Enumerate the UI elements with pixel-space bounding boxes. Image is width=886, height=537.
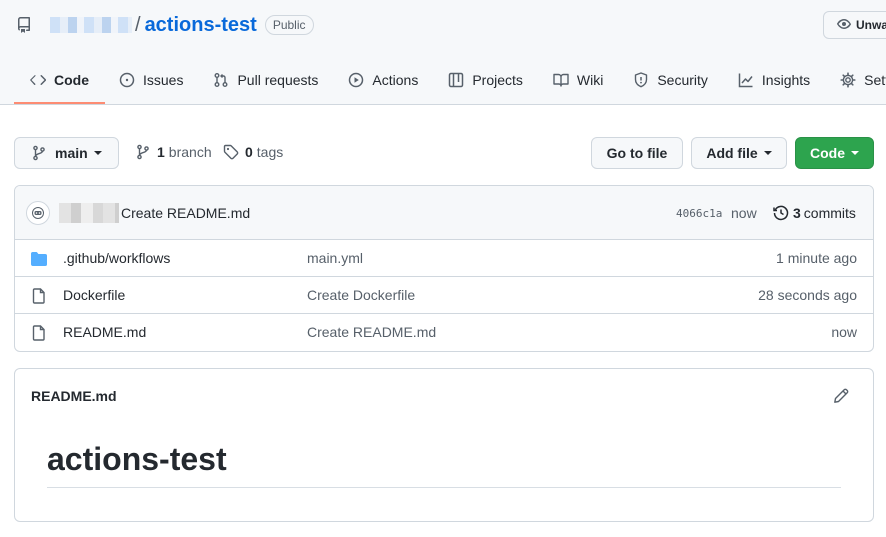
tag-count: 0 bbox=[245, 144, 253, 160]
file-row: Dockerfile Create Dockerfile 28 seconds … bbox=[15, 277, 873, 314]
repo-header: / actions-test Public Unwa Code Issues P… bbox=[0, 0, 886, 105]
table-icon bbox=[449, 72, 464, 88]
tab-label: Wiki bbox=[576, 72, 604, 88]
issue-icon bbox=[119, 72, 135, 88]
tab-label: Actions bbox=[372, 72, 419, 88]
go-to-file-button[interactable]: Go to file bbox=[591, 137, 683, 169]
file-icon bbox=[32, 325, 45, 341]
add-file-button[interactable]: Add file bbox=[691, 137, 787, 169]
file-row: .github/workflows main.yml 1 minute ago bbox=[15, 240, 873, 277]
eye-icon bbox=[836, 19, 852, 29]
tag-icon bbox=[223, 144, 239, 160]
repo-icon bbox=[16, 17, 32, 33]
branches-link[interactable]: 1 branch bbox=[135, 144, 212, 160]
chevron-down-icon bbox=[93, 151, 102, 155]
branch-select-button[interactable]: main bbox=[14, 137, 119, 169]
folder-icon bbox=[31, 252, 47, 266]
commit-sha[interactable]: 4066c1a bbox=[676, 207, 722, 220]
tab-label: Pull requests bbox=[237, 72, 319, 88]
tag-count-label: tags bbox=[256, 144, 284, 160]
unwatch-label: Unwa bbox=[856, 18, 886, 32]
tab-wiki[interactable]: Wiki bbox=[539, 58, 619, 102]
file-age: 28 seconds ago bbox=[758, 287, 857, 303]
chevron-down-icon bbox=[851, 151, 859, 155]
gear-icon bbox=[840, 72, 856, 88]
file-name-link[interactable]: README.md bbox=[63, 324, 146, 340]
readme-heading: actions-test bbox=[47, 441, 227, 477]
commit-history-link[interactable]: 3 commits bbox=[773, 205, 856, 221]
file-commit-message[interactable]: Create README.md bbox=[307, 324, 436, 340]
pencil-icon[interactable] bbox=[833, 388, 849, 404]
latest-commit-row: Create README.md 4066c1a now 3 commits bbox=[15, 186, 873, 240]
git-branch-icon bbox=[33, 145, 45, 161]
code-dropdown-button[interactable]: Code bbox=[795, 137, 874, 169]
repo-title: / actions-test Public bbox=[16, 13, 314, 37]
readme-content: actions-test bbox=[15, 425, 873, 521]
history-icon bbox=[773, 205, 789, 221]
avatar[interactable] bbox=[26, 201, 50, 225]
branch-count-label: branch bbox=[168, 144, 212, 160]
commit-author-redacted[interactable] bbox=[59, 203, 119, 223]
file-name-link[interactable]: .github/workflows bbox=[63, 250, 170, 266]
commit-time: now bbox=[731, 205, 757, 221]
file-commit-message[interactable]: Create Dockerfile bbox=[307, 287, 415, 303]
shield-icon bbox=[635, 72, 648, 88]
git-branch-icon bbox=[137, 144, 149, 160]
book-icon bbox=[553, 73, 569, 87]
file-row: README.md Create README.md now bbox=[15, 314, 873, 351]
file-name-link[interactable]: Dockerfile bbox=[63, 287, 125, 303]
repo-name-link[interactable]: actions-test bbox=[145, 14, 257, 37]
add-file-label: Add file bbox=[706, 145, 758, 161]
octocat-icon bbox=[32, 207, 44, 219]
tab-actions[interactable]: Actions bbox=[334, 58, 434, 102]
file-commit-message[interactable]: main.yml bbox=[307, 250, 363, 266]
commit-count-label: commits bbox=[803, 205, 856, 221]
branch-name: main bbox=[55, 145, 88, 161]
pull-request-icon bbox=[214, 73, 228, 87]
tab-label: Sett bbox=[864, 72, 886, 88]
readme-header: README.md bbox=[15, 369, 873, 425]
tab-projects[interactable]: Projects bbox=[434, 58, 539, 102]
code-button-label: Code bbox=[810, 145, 845, 161]
readme-box: README.md actions-test bbox=[14, 368, 874, 522]
visibility-badge: Public bbox=[264, 15, 314, 35]
commit-count: 3 bbox=[793, 205, 801, 221]
file-age: 1 minute ago bbox=[776, 250, 857, 266]
chevron-down-icon bbox=[763, 151, 772, 155]
latest-commit-message[interactable]: Create README.md bbox=[121, 205, 250, 221]
play-icon bbox=[349, 72, 364, 88]
file-navigation-box: Create README.md 4066c1a now 3 commits .… bbox=[14, 185, 874, 352]
heading-divider bbox=[47, 487, 841, 488]
tab-label: Projects bbox=[472, 72, 523, 88]
repo-owner-redacted[interactable] bbox=[50, 17, 132, 33]
tab-insights[interactable]: Insights bbox=[724, 58, 826, 102]
code-icon bbox=[30, 75, 46, 85]
tab-code[interactable]: Code bbox=[14, 58, 105, 104]
go-to-file-label: Go to file bbox=[606, 145, 668, 161]
tab-label: Insights bbox=[761, 72, 811, 88]
tab-settings[interactable]: Sett bbox=[826, 58, 886, 102]
tags-link[interactable]: 0 tags bbox=[223, 144, 283, 160]
tab-label: Code bbox=[54, 72, 89, 88]
tab-pull-requests[interactable]: Pull requests bbox=[199, 58, 334, 102]
readme-filename[interactable]: README.md bbox=[31, 388, 117, 404]
branch-count: 1 bbox=[157, 144, 165, 160]
tab-label: Security bbox=[657, 72, 708, 88]
tab-issues[interactable]: Issues bbox=[105, 58, 199, 102]
repo-nav-tabs: Code Issues Pull requests Actions Projec… bbox=[14, 58, 886, 105]
tab-label: Issues bbox=[143, 72, 184, 88]
unwatch-button[interactable]: Unwa bbox=[823, 11, 886, 39]
tab-security[interactable]: Security bbox=[619, 58, 724, 102]
file-age: now bbox=[831, 324, 857, 340]
path-separator: / bbox=[135, 13, 141, 36]
file-icon bbox=[32, 288, 45, 304]
graph-icon bbox=[738, 73, 753, 88]
